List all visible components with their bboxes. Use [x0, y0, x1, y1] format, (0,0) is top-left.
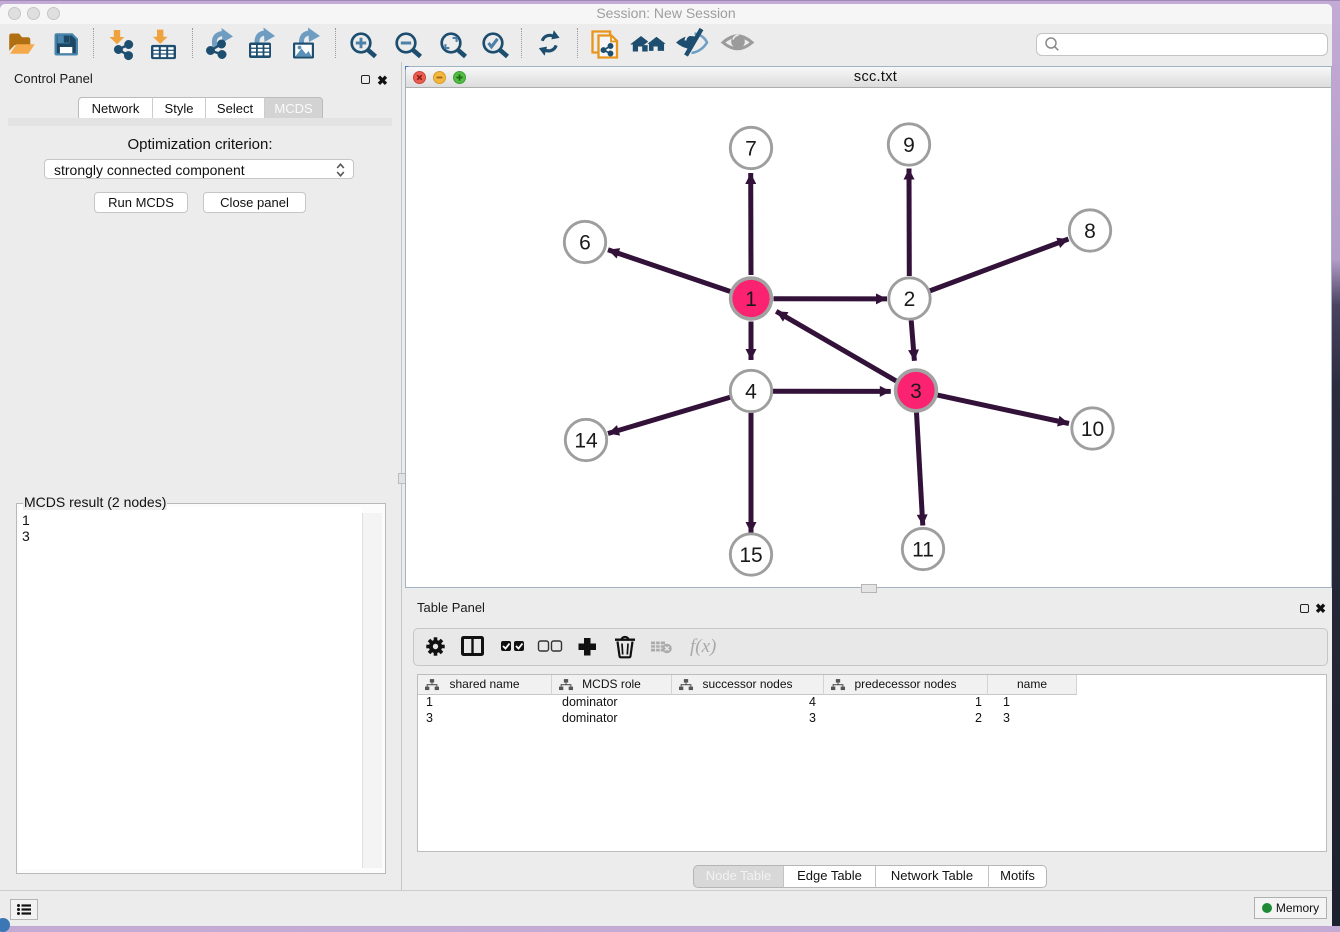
svg-text:2: 2	[904, 288, 916, 311]
svg-text:10: 10	[1081, 418, 1104, 441]
svg-text:4: 4	[745, 381, 757, 404]
svg-text:7: 7	[745, 138, 757, 161]
svg-text:9: 9	[903, 134, 915, 157]
svg-text:11: 11	[912, 539, 934, 562]
svg-text:14: 14	[574, 430, 598, 453]
svg-text:1: 1	[745, 288, 757, 311]
svg-text:f(x): f(x)	[690, 636, 716, 657]
svg-text:6: 6	[579, 232, 591, 255]
svg-text:8: 8	[1084, 220, 1096, 243]
svg-text:15: 15	[739, 544, 762, 567]
svg-text:3: 3	[910, 380, 922, 403]
